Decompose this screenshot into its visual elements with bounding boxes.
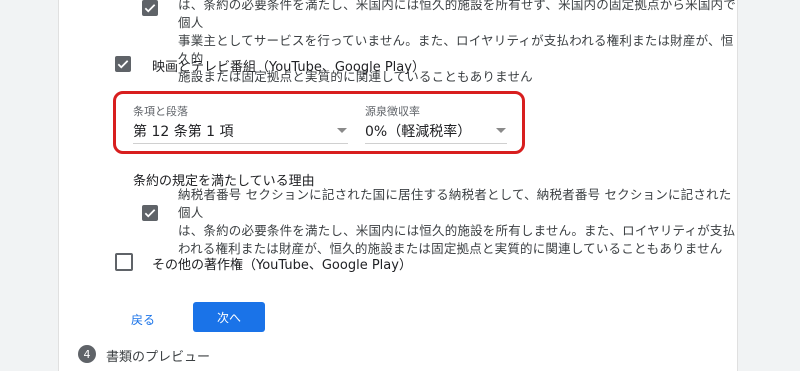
- reason-checkbox[interactable]: [142, 205, 158, 221]
- rate-select[interactable]: 0%（軽減税率）: [365, 121, 471, 141]
- check-icon: [117, 60, 129, 69]
- movies-tv-label: 映画とテレビ番組（YouTube、Google Play）: [152, 60, 425, 75]
- check-icon: [144, 209, 156, 218]
- other-copyright-checkbox[interactable]: [115, 253, 133, 271]
- other-copyright-label: その他の著作権（YouTube、Google Play）: [152, 258, 412, 273]
- rate-underline: [365, 143, 507, 144]
- reason-paragraph: 納税者番号 セクションに記された国に居住する納税者として、納税者番号 セクション…: [178, 186, 738, 258]
- article-label: 条項と段落: [133, 105, 188, 118]
- reason-line: 納税者番号 セクションに記された国に居住する納税者として、納税者番号 セクション…: [178, 187, 732, 220]
- check-icon: [144, 4, 156, 13]
- rate-label: 源泉徴収率: [365, 105, 420, 118]
- step-title[interactable]: 書類のプレビュー: [106, 346, 210, 365]
- section1-line: は、条約の必要条件を満たし、米国内には恒久的施設を所有せず、米国内の固定拠点から…: [178, 0, 736, 30]
- article-select[interactable]: 第 12 条第 1 項: [133, 121, 234, 141]
- article-underline: [133, 143, 348, 144]
- chevron-down-icon[interactable]: [337, 128, 347, 133]
- back-button[interactable]: 戻る: [131, 311, 155, 328]
- step-number: 4: [78, 345, 96, 363]
- reason-line: は、条約の必要条件を満たし、米国内には恒久的施設を所有しません。また、ロイヤリテ…: [178, 223, 736, 238]
- next-button[interactable]: 次へ: [193, 302, 265, 332]
- section1-checkbox[interactable]: [142, 0, 158, 16]
- movies-tv-checkbox[interactable]: [115, 56, 131, 72]
- chevron-down-icon[interactable]: [496, 128, 506, 133]
